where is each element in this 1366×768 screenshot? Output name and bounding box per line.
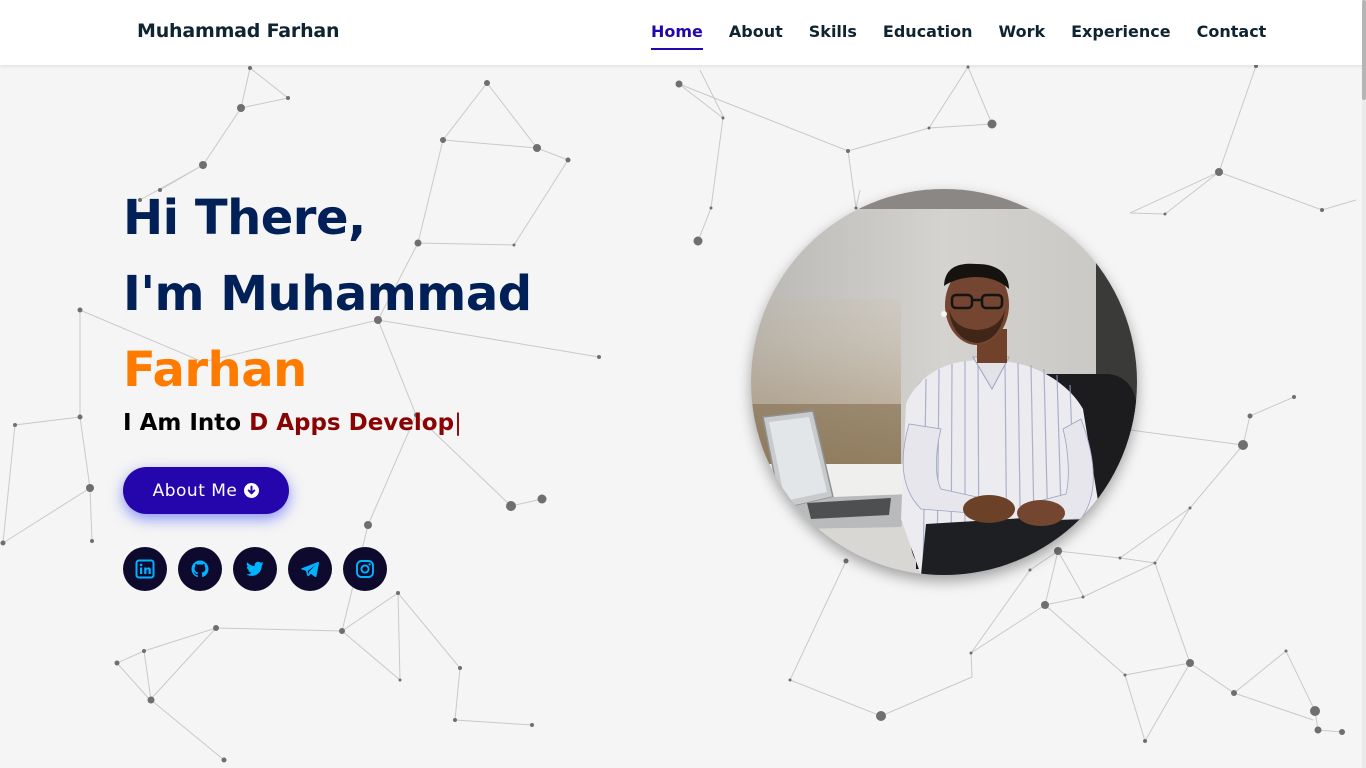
hero-greeting: Hi There, — [123, 190, 366, 246]
hero-name-accent: Farhan — [123, 342, 307, 398]
linkedin-icon — [135, 559, 155, 579]
nav-link-home[interactable]: Home — [651, 22, 703, 50]
social-links — [123, 547, 387, 591]
profile-photo — [751, 189, 1137, 575]
scrollbar-thumb[interactable] — [1362, 0, 1366, 100]
nav-link-contact[interactable]: Contact — [1197, 22, 1267, 50]
navbar: Muhammad Farhan Home About Skills Educat… — [0, 0, 1366, 65]
nav-link-experience[interactable]: Experience — [1071, 22, 1171, 50]
typed-prefix: I Am Into — [123, 410, 242, 436]
twitter-icon — [246, 561, 264, 576]
arrow-circle-down-icon — [244, 483, 260, 498]
linkedin-link[interactable] — [123, 547, 167, 591]
instagram-link[interactable] — [343, 547, 387, 591]
typing-cursor: | — [454, 410, 462, 436]
nav-link-work[interactable]: Work — [999, 22, 1046, 50]
hero-intro: I'm Muhammad — [123, 266, 532, 322]
brand-logo-text[interactable]: Muhammad Farhan — [137, 20, 340, 42]
page-scrollbar[interactable] — [1362, 0, 1366, 768]
telegram-icon — [301, 561, 320, 578]
github-icon — [191, 560, 209, 578]
nav-link-skills[interactable]: Skills — [809, 22, 857, 50]
nav-link-about[interactable]: About — [729, 22, 783, 50]
nav-link-education[interactable]: Education — [883, 22, 973, 50]
typed-tagline: I Am Into D Apps Develop| — [123, 410, 462, 436]
typed-text: D Apps Develop — [249, 410, 455, 436]
hero-heading: Hi There, I'm Muhammad Farhan — [123, 180, 532, 408]
about-me-button-label: About Me — [152, 480, 238, 501]
github-link[interactable] — [178, 547, 222, 591]
instagram-icon — [356, 560, 374, 578]
twitter-link[interactable] — [233, 547, 277, 591]
about-me-button[interactable]: About Me — [123, 467, 289, 514]
telegram-link[interactable] — [288, 547, 332, 591]
nav-links: Home About Skills Education Work Experie… — [651, 22, 1266, 52]
